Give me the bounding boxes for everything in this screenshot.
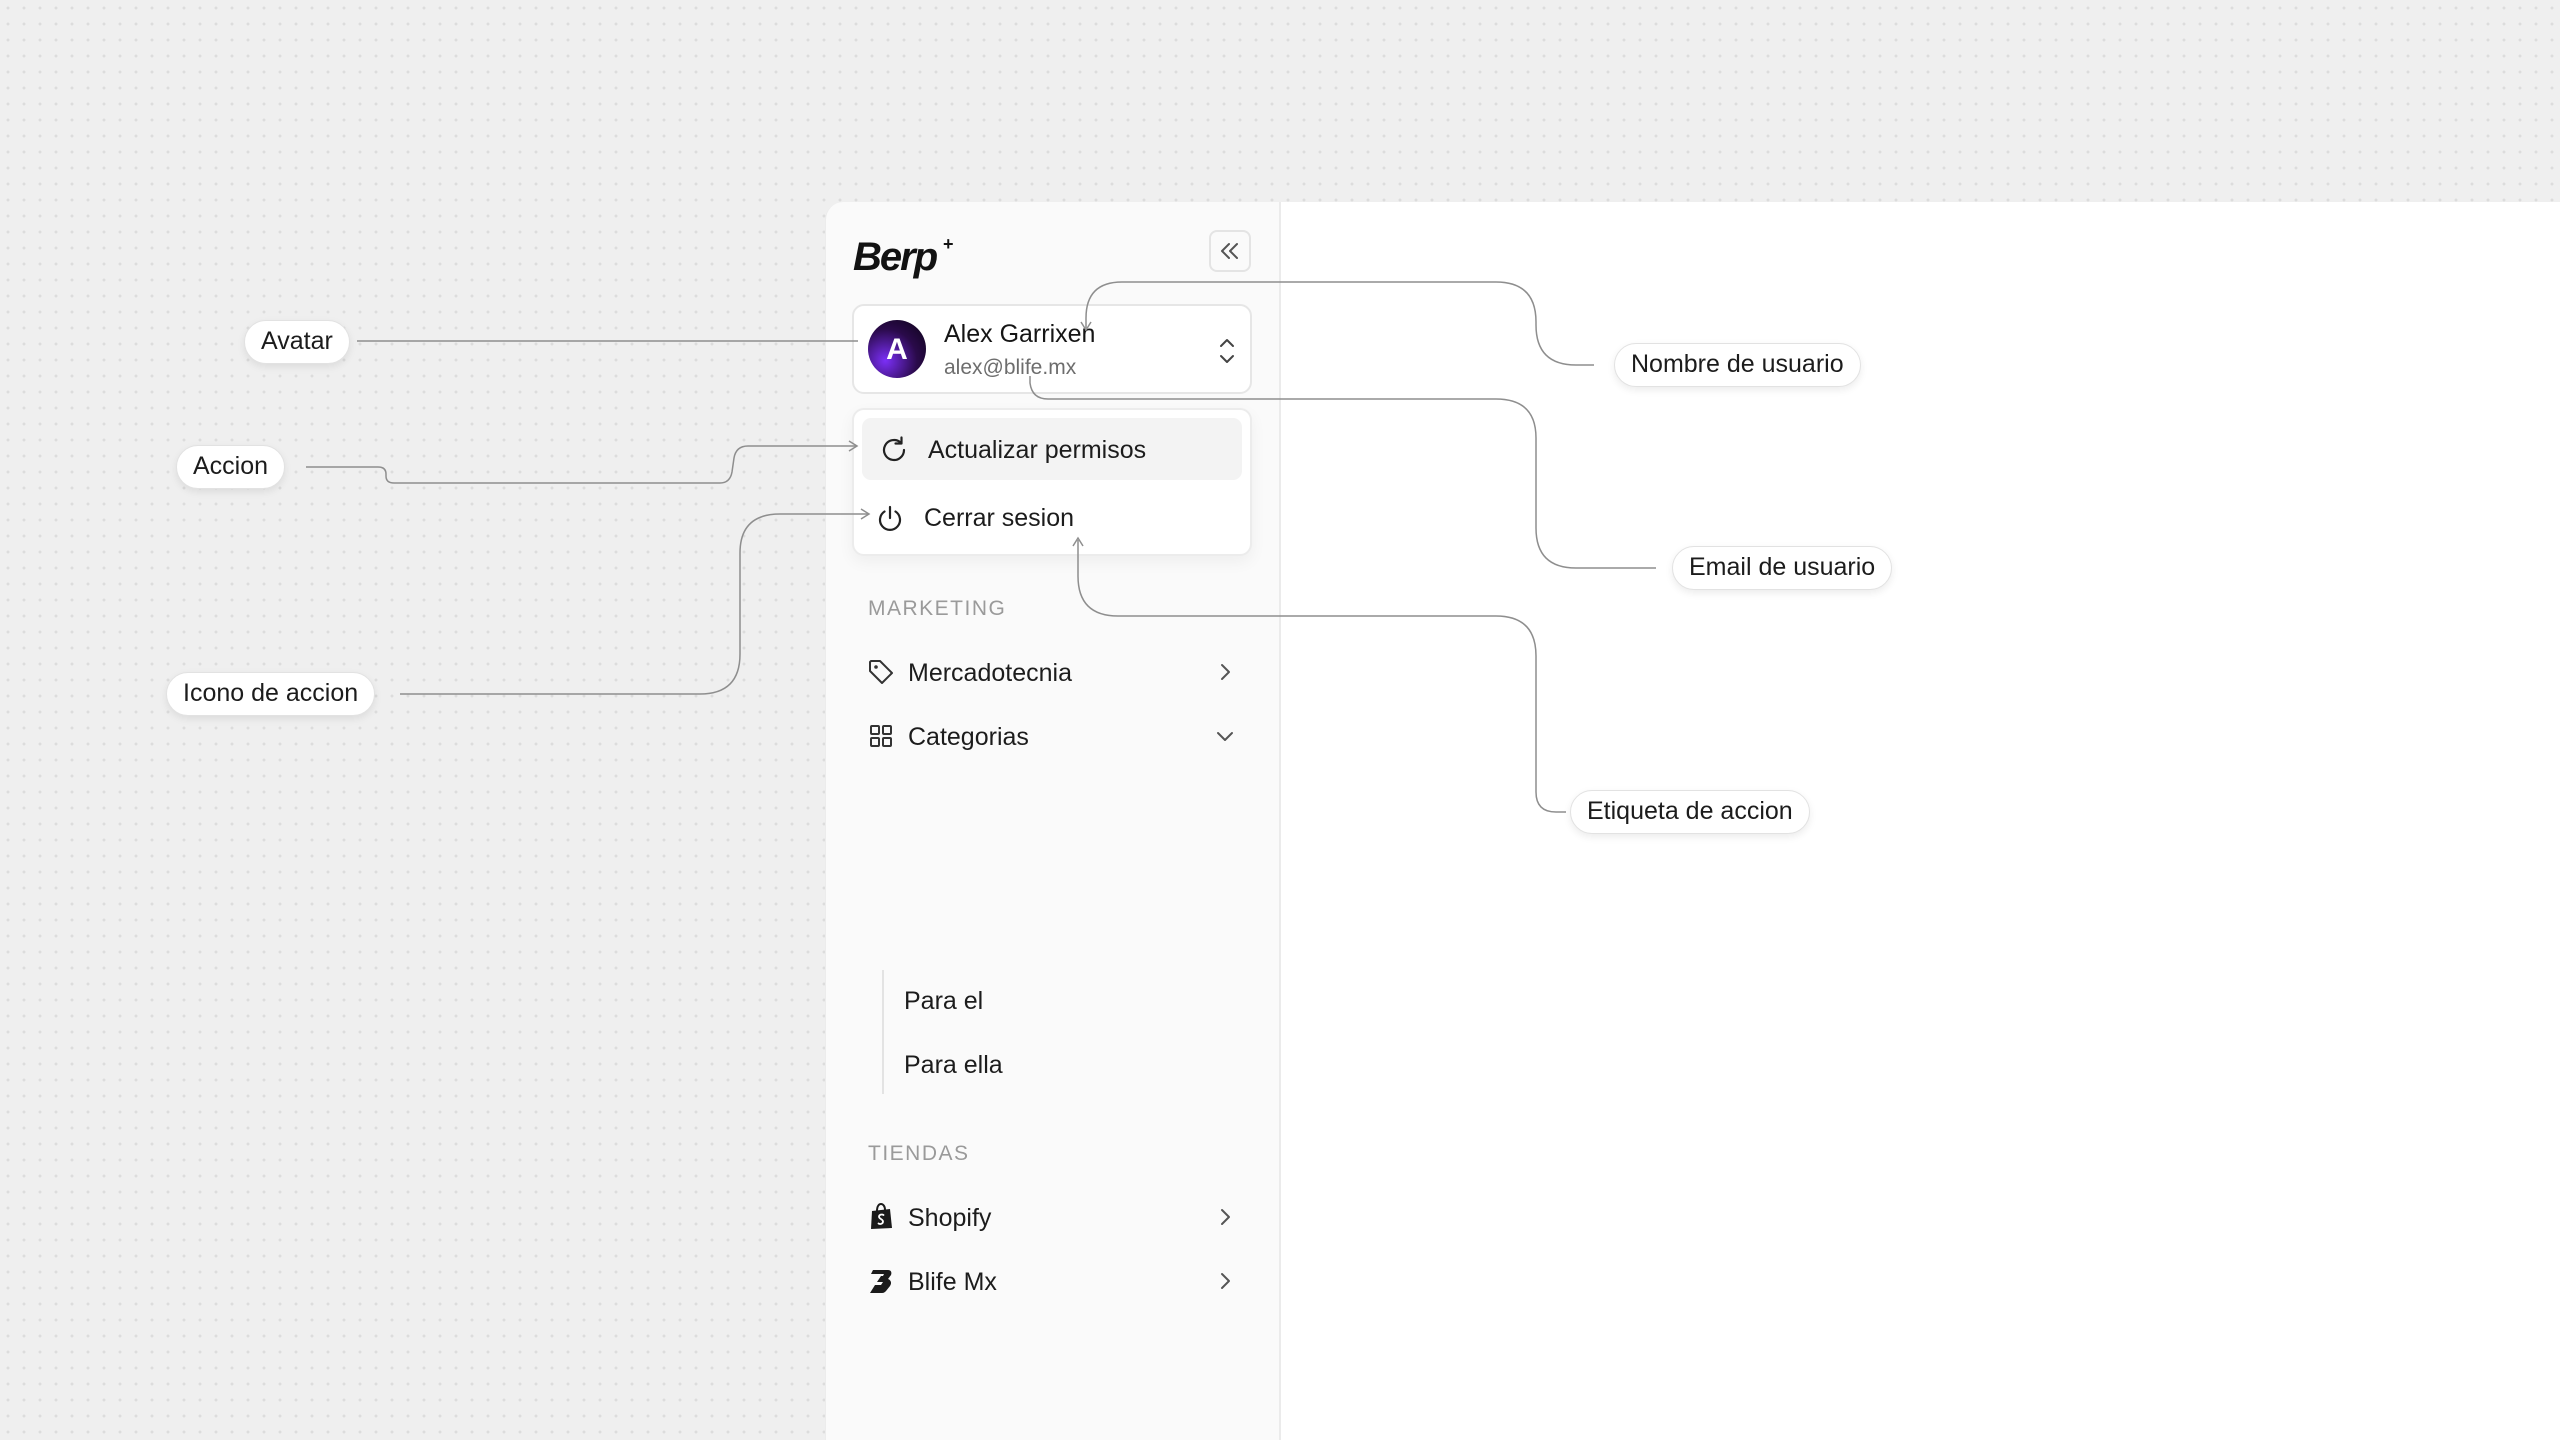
menu-item-label: Actualizar permisos — [928, 436, 1147, 464]
nav-item-categorias[interactable]: Categorias — [852, 709, 1252, 763]
subnav-item-para-el[interactable]: Para el — [892, 975, 1192, 1025]
user-switcher[interactable]: A Alex Garrixen alex@blife.mx — [852, 304, 1252, 394]
section-label-marketing: MARKETING — [868, 597, 1007, 620]
blife-logo-icon — [870, 1270, 892, 1293]
subnav-item-label: Para el — [904, 987, 984, 1015]
avatar-letter-icon: A — [886, 333, 908, 366]
nav-item-mercadotecnia[interactable]: Mercadotecnia — [852, 645, 1252, 699]
avatar[interactable]: A — [868, 320, 926, 378]
annotation-nombre-de-usuario: Nombre de usuario — [1614, 343, 1861, 387]
section-label-tiendas: TIENDAS — [868, 1142, 970, 1165]
collapse-sidebar-button[interactable] — [1209, 230, 1251, 272]
connector-icono-de-accion — [400, 513, 868, 695]
berp-logo[interactable]: Berp + — [853, 232, 963, 280]
menu-item-actualizar-permisos[interactable]: Actualizar permisos — [862, 418, 1242, 480]
svg-text:Berp: Berp — [853, 235, 938, 279]
svg-text:+: + — [943, 234, 954, 254]
annotation-icono-de-accion: Icono de accion — [166, 672, 376, 716]
submenu-guide-line — [882, 970, 884, 1094]
user-email: alex@blife.mx — [944, 356, 1077, 379]
refresh-icon — [882, 436, 906, 462]
connector-accion — [306, 445, 856, 484]
berp-logo-mark: Berp + — [853, 234, 954, 279]
annotation-etiqueta-de-accion: Etiqueta de accion — [1570, 790, 1810, 834]
nav-item-label: Shopify — [908, 1204, 992, 1232]
subnav-item-label: Para ella — [904, 1051, 1003, 1079]
annotation-email-de-usuario: Email de usuario — [1672, 546, 1893, 590]
grid-icon — [870, 725, 892, 747]
chevrons-up-down-icon[interactable] — [1214, 334, 1240, 368]
menu-item-cerrar-sesion[interactable]: Cerrar sesion — [862, 486, 1242, 548]
chevron-down-icon — [1217, 732, 1233, 741]
nav-item-label: Blife Mx — [908, 1268, 997, 1296]
chevron-right-icon — [1221, 1273, 1230, 1289]
annotation-avatar: Avatar — [244, 320, 350, 364]
nav-item-label: Mercadotecnia — [908, 659, 1072, 687]
nav-item-label: Categorias — [908, 723, 1029, 751]
subnav-item-para-ella[interactable]: Para ella — [892, 1039, 1192, 1089]
sidebar: Berp + A Alex Garrixen alex@blife.mx Act… — [825, 202, 1279, 1440]
power-icon — [878, 505, 902, 531]
shopify-bag-icon — [871, 1202, 892, 1229]
chevron-right-icon — [1221, 664, 1230, 680]
nav-item-blife-mx[interactable]: Blife Mx — [852, 1254, 1252, 1308]
annotation-accion: Accion — [176, 445, 286, 489]
chevron-right-icon — [1221, 1209, 1230, 1225]
svg-text:A: A — [886, 333, 908, 366]
account-menu: Actualizar permisos Cerrar sesion — [852, 408, 1252, 556]
user-name: Alex Garrixen — [944, 320, 1096, 348]
nav-item-shopify[interactable]: Shopify — [852, 1190, 1252, 1244]
main-content-panel — [1279, 202, 2560, 1440]
tag-icon — [869, 660, 893, 684]
menu-item-label: Cerrar sesion — [924, 504, 1075, 532]
chevrons-left-icon — [1221, 243, 1238, 259]
